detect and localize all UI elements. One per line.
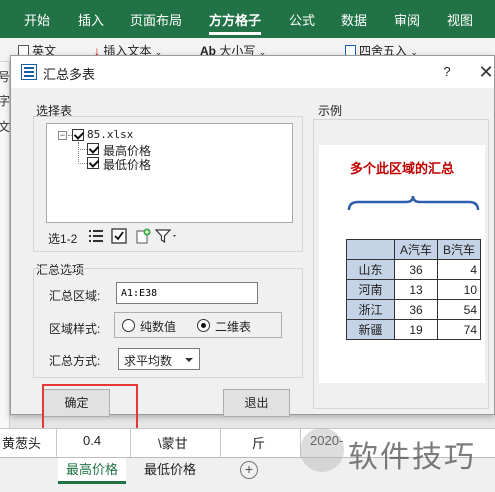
dialog-title: 汇总多表	[43, 67, 96, 82]
select-range-label[interactable]: 选1-2	[48, 230, 77, 247]
example-table: A汽车 B汽车 山东 36 4 河南 13 10 浙江 36 54 新疆 19 …	[346, 239, 481, 340]
range-input[interactable]	[116, 282, 258, 304]
cell-region[interactable]: \蒙甘	[158, 433, 188, 452]
radio-pure-value[interactable]	[122, 319, 135, 332]
help-button[interactable]: ?	[431, 60, 463, 84]
tree-connector	[78, 142, 79, 164]
method-select[interactable]: 求平均数	[118, 348, 200, 370]
tab-review[interactable]: 审阅	[394, 10, 420, 30]
tab-formulas[interactable]: 公式	[289, 10, 315, 30]
tab-home[interactable]: 开始	[24, 10, 50, 30]
strip-char: 文	[0, 120, 11, 134]
sheet-checkbox-max-price[interactable]	[87, 143, 99, 155]
watermark-text: 软件技巧	[348, 441, 476, 474]
table-header: A汽车	[394, 239, 438, 260]
add-sheet-icon[interactable]	[135, 228, 151, 244]
grid-line	[56, 428, 57, 457]
table-cell	[346, 239, 395, 260]
table-cell: 36	[394, 299, 438, 320]
radio-2d-table-label[interactable]: 二维表	[215, 318, 251, 335]
brace-graphic	[347, 195, 480, 211]
tree-connector	[78, 163, 87, 164]
tab-insert[interactable]: 插入	[78, 10, 104, 30]
range-label: 汇总区域:	[49, 289, 101, 303]
ribbon-tab-bar: 开始 插入 页面布局 方方格子 公式 数据 审阅 视图	[0, 0, 495, 38]
table-cell: 10	[437, 279, 481, 300]
sheet-tree: − 85.xlsx 最高价格 最低价格	[46, 123, 293, 223]
radio-pure-value-label[interactable]: 纯数值	[140, 318, 176, 335]
table-row: 浙江 36 54	[346, 299, 481, 320]
table-row: 河南 13 10	[346, 279, 481, 300]
table-cell: 54	[437, 299, 481, 320]
method-label: 汇总方式:	[49, 354, 101, 368]
example-label: 示例	[318, 104, 343, 118]
dialog-app-icon	[21, 64, 37, 80]
table-row: 新疆 19 74	[346, 319, 481, 340]
check-all-icon[interactable]	[111, 228, 127, 244]
table-row-header: 河南	[346, 279, 395, 300]
tree-sheet-min-price[interactable]: 最低价格	[103, 156, 151, 173]
table-cell: 13	[394, 279, 438, 300]
strip-char: 字	[0, 94, 11, 108]
add-sheet-button[interactable]: +	[240, 461, 258, 479]
tab-view[interactable]: 视图	[447, 10, 473, 30]
chevron-down-icon	[185, 358, 193, 362]
style-radio-group: 纯数值 二维表	[114, 312, 282, 338]
table-row-header: 浙江	[346, 299, 395, 320]
exit-button[interactable]: 退出	[223, 389, 290, 417]
cell-price[interactable]: 0.4	[83, 433, 101, 448]
sheet-checkbox-min-price[interactable]	[87, 157, 99, 169]
style-label: 区域样式:	[49, 322, 101, 336]
table-row: A汽车 B汽车	[346, 239, 481, 260]
table-row: 山东 36 4	[346, 259, 481, 280]
summary-sheets-dialog: 汇总多表 ? ✕ 选择表 − 85.xlsx 最高价格 最低价格 选1-2 汇总…	[10, 55, 495, 417]
strip-char: 号	[0, 70, 11, 84]
table-cell: 36	[394, 259, 438, 280]
radio-2d-table[interactable]	[197, 319, 210, 332]
table-row-header: 新疆	[346, 319, 395, 340]
tab-data[interactable]: 数据	[341, 10, 367, 30]
sheet-tab-max-price[interactable]: 最高价格	[58, 458, 127, 484]
filter-icon[interactable]	[155, 228, 179, 244]
cell-unit[interactable]: 斤	[252, 433, 265, 452]
table-row-header: 山东	[346, 259, 395, 280]
table-cell: 19	[394, 319, 438, 340]
file-checkbox[interactable]	[72, 129, 84, 141]
close-icon[interactable]: ✕	[476, 60, 495, 84]
table-cell: 74	[437, 319, 481, 340]
collapse-icon[interactable]: −	[58, 131, 67, 140]
method-select-value: 求平均数	[124, 354, 173, 368]
list-icon[interactable]	[88, 228, 104, 244]
tab-fangfanggezi[interactable]: 方方格子	[209, 10, 262, 35]
tree-connector	[78, 149, 87, 150]
watermark-logo	[300, 428, 344, 472]
grid-line	[220, 428, 221, 457]
tab-page-layout[interactable]: 页面布局	[130, 10, 182, 30]
cell-name[interactable]: 黄葱头	[2, 433, 41, 452]
example-title: 多个此区域的汇总	[349, 161, 454, 176]
row-header-strip: 号 字 文	[0, 62, 10, 432]
table-cell: 4	[437, 259, 481, 280]
example-canvas: 多个此区域的汇总 A汽车 B汽车 山东 36 4 河南 13 10 浙江 36 …	[319, 145, 485, 383]
dialog-titlebar: 汇总多表 ? ✕	[11, 56, 494, 88]
table-header: B汽车	[437, 239, 481, 260]
tree-file-name: 85.xlsx	[87, 128, 134, 141]
example-panel: 多个此区域的汇总 A汽车 B汽车 山东 36 4 河南 13 10 浙江 36 …	[313, 119, 489, 409]
sheet-tab-min-price[interactable]: 最低价格	[136, 458, 204, 484]
grid-line	[130, 428, 131, 457]
